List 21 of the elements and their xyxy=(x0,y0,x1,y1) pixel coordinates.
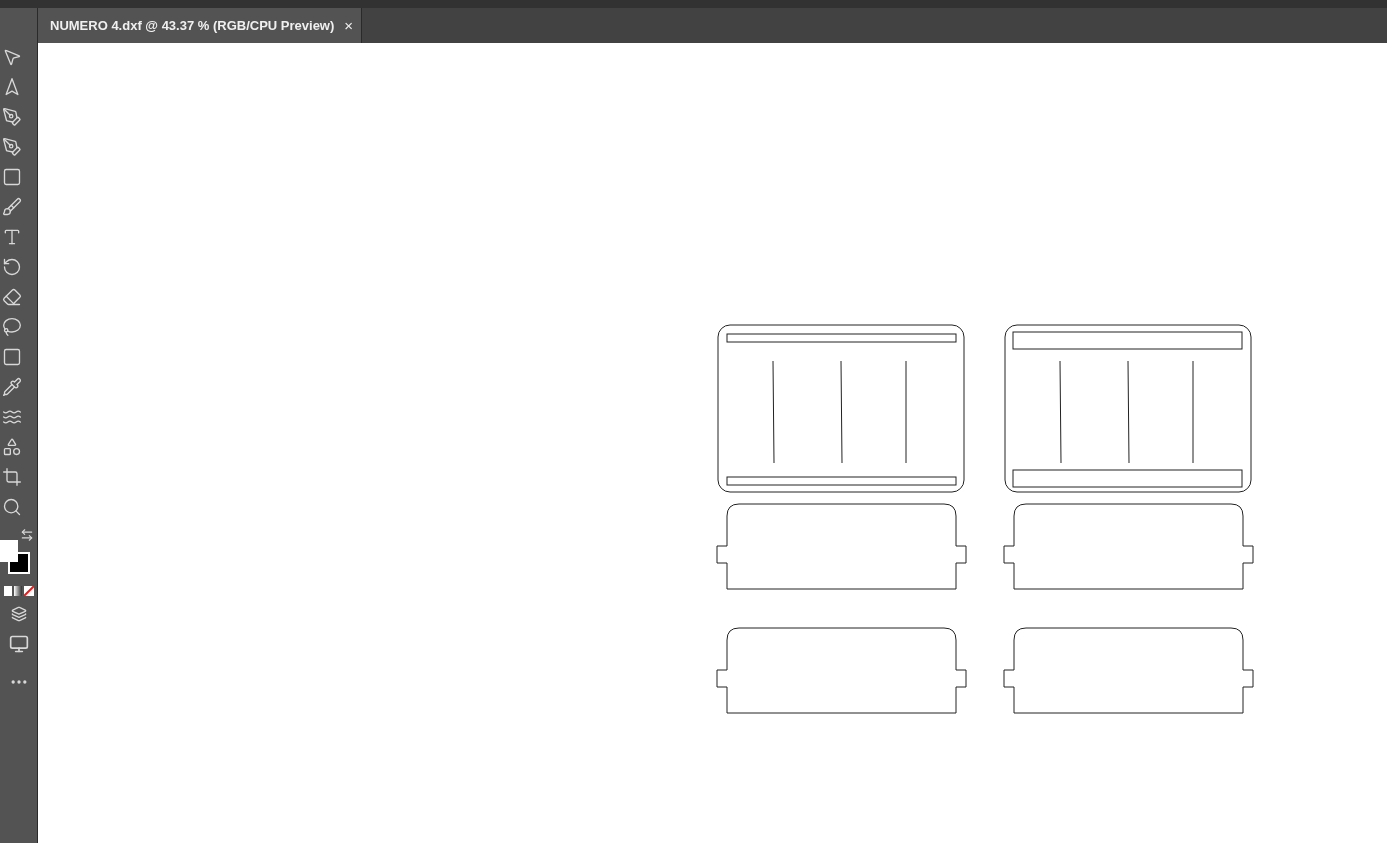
swap-colors-icon[interactable] xyxy=(20,528,34,542)
fill-stroke-swatch-icon[interactable] xyxy=(0,540,30,574)
lasso-icon[interactable] xyxy=(2,317,22,337)
pen-icon[interactable] xyxy=(2,107,22,127)
zoom-icon[interactable] xyxy=(2,497,22,517)
none-mode-icon[interactable] xyxy=(23,586,34,596)
close-tab-button[interactable]: × xyxy=(344,18,354,33)
rectangle-icon[interactable] xyxy=(2,167,22,187)
eraser-icon[interactable] xyxy=(2,287,22,307)
selection-arrow-icon[interactable] xyxy=(2,47,22,67)
color-mode-icon[interactable] xyxy=(3,586,12,596)
document-title: NUMERO 4.dxf @ 43.37 % (RGB/CPU Preview) xyxy=(50,16,335,35)
document-tab[interactable]: NUMERO 4.dxf @ 43.37 % (RGB/CPU Preview) × xyxy=(38,8,363,43)
shape-builder-icon[interactable] xyxy=(2,437,22,457)
gradient-mode-icon[interactable] xyxy=(13,586,22,596)
rotate-icon[interactable] xyxy=(2,257,22,277)
eyedropper-icon[interactable] xyxy=(2,377,22,397)
paintbrush-icon[interactable] xyxy=(2,197,22,217)
curvature-pen-icon[interactable] xyxy=(2,137,22,157)
type-icon[interactable] xyxy=(2,227,22,247)
screen-mode-icon[interactable] xyxy=(8,634,29,654)
